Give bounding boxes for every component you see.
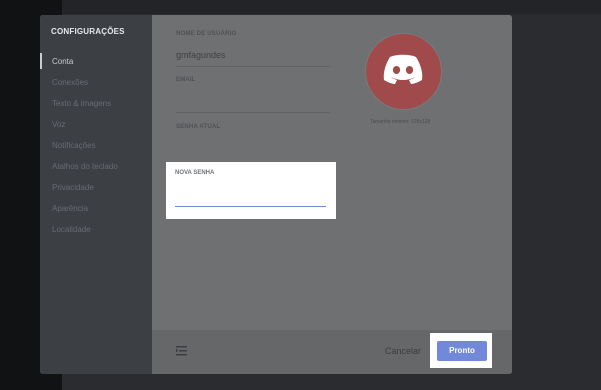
new-password-label: NOVA SENHA: [175, 170, 215, 176]
avatar-size-note: Tamanho mínimo: 128x128: [370, 119, 431, 125]
nav-item-aparencia[interactable]: Aparência: [40, 198, 152, 219]
list-icon[interactable]: [176, 346, 187, 356]
username-field[interactable]: gmfagundes: [176, 50, 226, 60]
nav-item-conexoes[interactable]: Conexões: [40, 72, 152, 93]
email-label: EMAIL: [176, 77, 196, 83]
nav-item-texto-imagens[interactable]: Texto & imagens: [40, 93, 152, 114]
cancel-button[interactable]: Cancelar: [385, 346, 421, 356]
settings-nav: Conta Conexões Texto & imagens Voz Notif…: [40, 51, 152, 240]
nav-item-notificacoes[interactable]: Notificações: [40, 135, 152, 156]
current-password-label: SENHA ATUAL: [176, 124, 221, 130]
new-password-section: NOVA SENHA: [166, 162, 336, 219]
avatar[interactable]: [365, 33, 442, 110]
email-underline: [176, 112, 330, 113]
settings-title: CONFIGURAÇÕES: [51, 27, 125, 36]
username-underline: [176, 66, 330, 67]
settings-sidebar: CONFIGURAÇÕES Conta Conexões Texto & ima…: [40, 15, 152, 374]
nav-item-voz[interactable]: Voz: [40, 114, 152, 135]
nav-item-conta[interactable]: Conta: [40, 51, 152, 72]
nav-item-localidade[interactable]: Localidade: [40, 219, 152, 240]
discord-logo-icon: [383, 54, 423, 84]
nav-item-atalhos-teclado[interactable]: Atalhos do teclado: [40, 156, 152, 177]
done-button-highlight: Pronto: [430, 333, 492, 368]
nav-item-privacidade[interactable]: Privacidade: [40, 177, 152, 198]
done-button[interactable]: Pronto: [437, 341, 487, 361]
username-label: NOME DE USUÁRIO: [176, 31, 237, 37]
new-password-input[interactable]: [175, 186, 326, 207]
app-topbar: [62, 0, 601, 14]
